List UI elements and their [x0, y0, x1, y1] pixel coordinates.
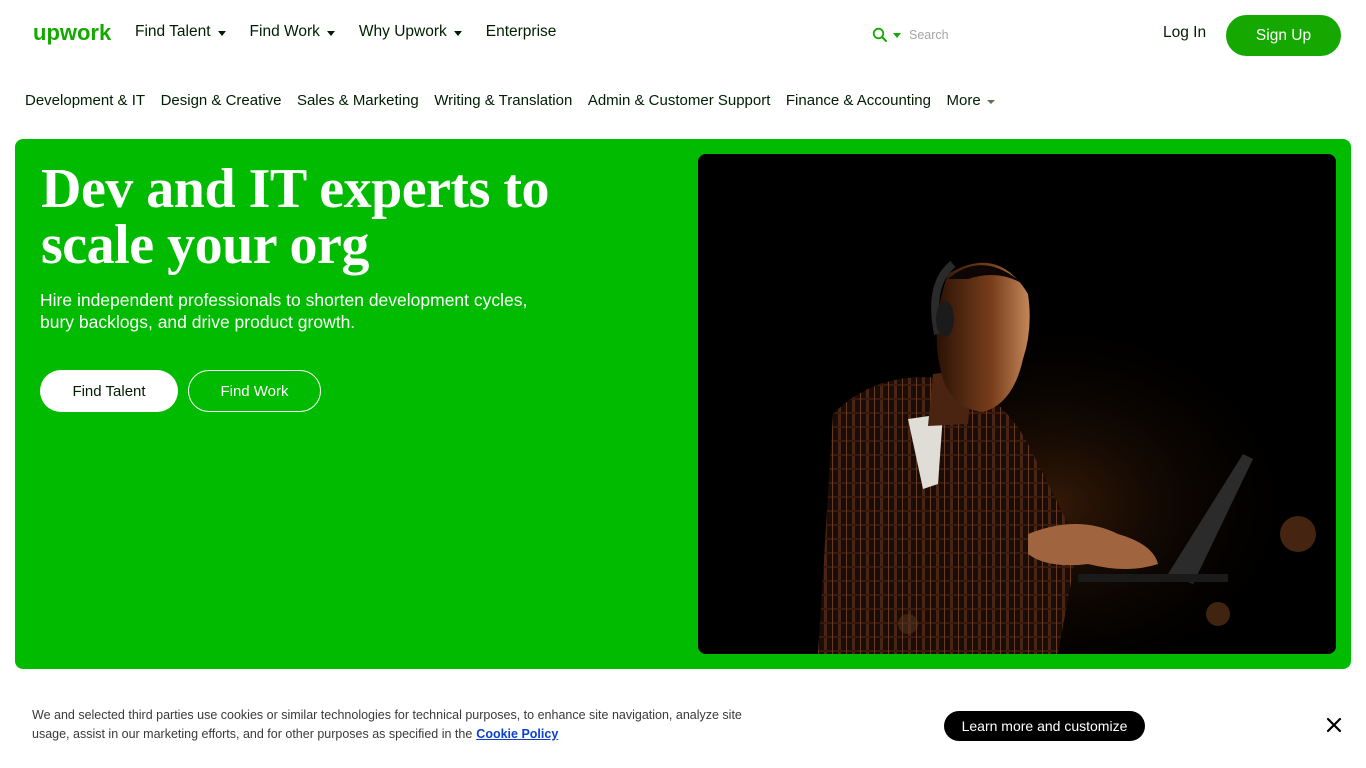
search-input[interactable] — [909, 28, 1109, 42]
chevron-down-icon — [217, 30, 226, 36]
find-work-button[interactable]: Find Work — [188, 370, 321, 412]
learn-more-customize-button[interactable]: Learn more and customize — [944, 711, 1145, 741]
search-type-dropdown-icon[interactable] — [893, 32, 901, 38]
nav-find-talent-label: Find Talent — [135, 23, 211, 40]
find-talent-button[interactable]: Find Talent — [40, 370, 178, 412]
nav-enterprise-label: Enterprise — [485, 23, 557, 40]
category-more-label: More — [946, 92, 981, 109]
close-icon[interactable] — [1325, 716, 1343, 734]
search-icon[interactable] — [872, 27, 888, 43]
category-design-creative[interactable]: Design & Creative — [161, 92, 282, 109]
hero-title: Dev and IT experts to scale your org — [41, 158, 550, 276]
cookie-text: We and selected third parties use cookie… — [32, 706, 772, 744]
cookie-banner: We and selected third parties use cookie… — [0, 690, 1366, 768]
nav-find-talent[interactable]: Find Talent — [135, 23, 226, 41]
chevron-down-icon — [453, 30, 462, 36]
chevron-down-icon — [326, 30, 335, 36]
category-nav: Development & IT Design & Creative Sales… — [25, 92, 1010, 109]
svg-text:upwork: upwork — [33, 20, 112, 45]
cookie-policy-link[interactable]: Cookie Policy — [476, 727, 558, 741]
main-nav: Find Talent Find Work Why Upwork Enterpr… — [135, 23, 580, 41]
nav-enterprise[interactable]: Enterprise — [486, 23, 557, 41]
chevron-down-icon — [986, 99, 995, 104]
nav-why-upwork-label: Why Upwork — [358, 23, 447, 40]
upwork-logo[interactable]: upwork — [33, 20, 117, 48]
hero-subtitle: Hire independent professionals to shorte… — [40, 290, 528, 332]
category-sales-marketing[interactable]: Sales & Marketing — [297, 92, 419, 109]
login-link[interactable]: Log In — [1163, 24, 1206, 42]
nav-why-upwork[interactable]: Why Upwork — [359, 23, 462, 41]
hero-section: Dev and IT experts to scale your org Hir… — [15, 139, 1351, 669]
nav-find-work-label: Find Work — [249, 23, 320, 40]
category-writing-translation[interactable]: Writing & Translation — [434, 92, 572, 109]
search-bar — [872, 24, 1132, 46]
developer-photo-illustration — [698, 154, 1336, 654]
category-more[interactable]: More — [946, 92, 995, 109]
signup-button[interactable]: Sign Up — [1226, 15, 1341, 56]
category-finance-accounting[interactable]: Finance & Accounting — [786, 92, 931, 109]
category-development-it[interactable]: Development & IT — [25, 92, 145, 109]
site-header: upwork Find Talent Find Work Why Upwork … — [0, 0, 1366, 70]
hero-image — [698, 154, 1336, 654]
cookie-message: We and selected third parties use cookie… — [32, 708, 742, 741]
nav-find-work[interactable]: Find Work — [250, 23, 335, 41]
category-admin-support[interactable]: Admin & Customer Support — [588, 92, 771, 109]
upwork-logo-mark: upwork — [33, 20, 112, 45]
